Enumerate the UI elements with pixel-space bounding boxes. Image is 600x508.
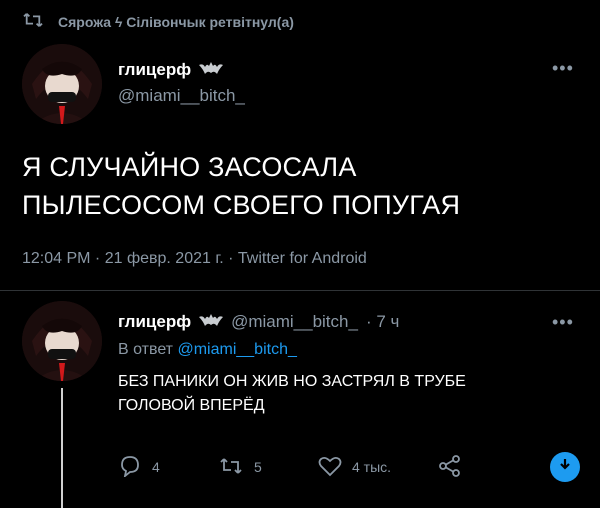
- tweet-text: Я СЛУЧАЙНО ЗАСОСАЛА ПЫЛЕСОСОМ СВОЕГО ПОП…: [22, 148, 460, 224]
- bat-emoji-icon: [199, 313, 224, 332]
- reply-text-line: ГОЛОВОЙ ВПЕРЁД: [118, 397, 265, 414]
- divider: [0, 290, 600, 291]
- reply-avatar[interactable]: [22, 301, 102, 381]
- author-row: глицерф: [118, 60, 224, 80]
- reply-text: БЕЗ ПАНИКИ ОН ЖИВ НО ЗАСТРЯЛ В ТРУБЕ ГОЛ…: [118, 370, 466, 418]
- download-button[interactable]: [550, 452, 580, 482]
- retweet-icon: [218, 456, 244, 479]
- thread-line: [61, 388, 63, 508]
- reply-to-label: В ответ: [118, 341, 174, 358]
- tweet-text-line: Я СЛУЧАЙНО ЗАСОСАЛА: [22, 152, 357, 182]
- heart-icon: [318, 455, 342, 480]
- retweet-count: 5: [254, 459, 262, 475]
- like-count: 4 тыс.: [352, 459, 392, 475]
- download-icon: [557, 457, 573, 478]
- reply-time: · 7 ч: [365, 312, 400, 331]
- reply-to-handle-link[interactable]: @miami__bitch_: [177, 341, 296, 358]
- reply-count: 4: [152, 459, 160, 475]
- author-name[interactable]: глицерф: [118, 60, 191, 80]
- author-handle[interactable]: @miami__bitch_: [118, 86, 245, 106]
- retweet-header[interactable]: Сярожа ϟ Сілівончык ретвітнул(а): [22, 10, 294, 34]
- reply-to: В ответ @miami__bitch_: [118, 341, 297, 359]
- retweet-button[interactable]: 5: [218, 456, 318, 479]
- like-button[interactable]: 4 тыс.: [318, 455, 438, 480]
- reply-text-line: БЕЗ ПАНИКИ ОН ЖИВ НО ЗАСТРЯЛ В ТРУБЕ: [118, 373, 466, 390]
- more-horizontal-icon[interactable]: •••: [552, 58, 574, 79]
- share-icon: [438, 454, 462, 480]
- retweet-text: Сярожа ϟ Сілівончык ретвітнул(а): [58, 14, 294, 30]
- reply-button[interactable]: 4: [118, 455, 218, 480]
- reply-author-name[interactable]: глицерф: [118, 312, 191, 332]
- action-bar: 4 5 4 тыс.: [118, 452, 580, 482]
- tweet-text-line: ПЫЛЕСОСОМ СВОЕГО ПОПУГАЯ: [22, 190, 461, 220]
- reply-more-horizontal-icon[interactable]: •••: [552, 312, 574, 333]
- comment-icon: [118, 455, 142, 480]
- tweet-meta: 12:04 PM · 21 февр. 2021 г. · Twitter fo…: [22, 250, 367, 267]
- retweet-icon: [22, 11, 44, 34]
- reply-author-handle[interactable]: @miami__bitch_: [231, 312, 358, 332]
- bat-emoji-icon: [199, 61, 224, 80]
- avatar[interactable]: [22, 44, 102, 124]
- share-button[interactable]: [438, 454, 518, 480]
- reply-author-row: глицерф @miami__bitch_ · 7 ч: [118, 312, 399, 332]
